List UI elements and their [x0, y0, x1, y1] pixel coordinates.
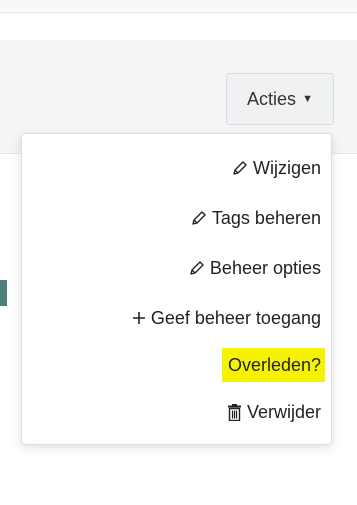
actions-dropdown-button[interactable]: Acties ▼ — [226, 73, 334, 125]
trash-icon — [227, 403, 242, 421]
menu-item-beheer-opties[interactable]: Beheer opties — [189, 251, 321, 285]
menu-item-label: Verwijder — [246, 401, 321, 422]
pencil-icon — [232, 160, 248, 176]
menu-item-label: Overleden? — [227, 354, 321, 375]
top-band — [0, 0, 357, 13]
pencil-icon — [189, 260, 205, 276]
caret-down-icon: ▼ — [302, 93, 313, 105]
menu-item-tags-beheren[interactable]: Tags beheren — [191, 201, 321, 235]
partial-badge-edge — [0, 280, 7, 306]
pencil-icon — [191, 210, 207, 226]
menu-item-geef-beheer-toegang[interactable]: Geef beheer toegang — [132, 301, 321, 335]
menu-item-label: Beheer opties — [209, 257, 321, 278]
actions-button-label: Acties — [247, 88, 297, 109]
menu-item-wijzigen[interactable]: Wijzigen — [232, 151, 321, 185]
menu-item-verwijder[interactable]: Verwijder — [227, 395, 321, 429]
menu-item-label: Wijzigen — [252, 157, 321, 178]
menu-item-label: Geef beheer toegang — [150, 307, 321, 328]
menu-item-overleden[interactable]: Overleden? — [221, 348, 325, 382]
plus-icon — [132, 311, 146, 325]
actions-dropdown-menu: Wijzigen Tags beheren Beheer opties Geef… — [21, 133, 332, 445]
menu-item-label: Tags beheren — [211, 207, 321, 228]
